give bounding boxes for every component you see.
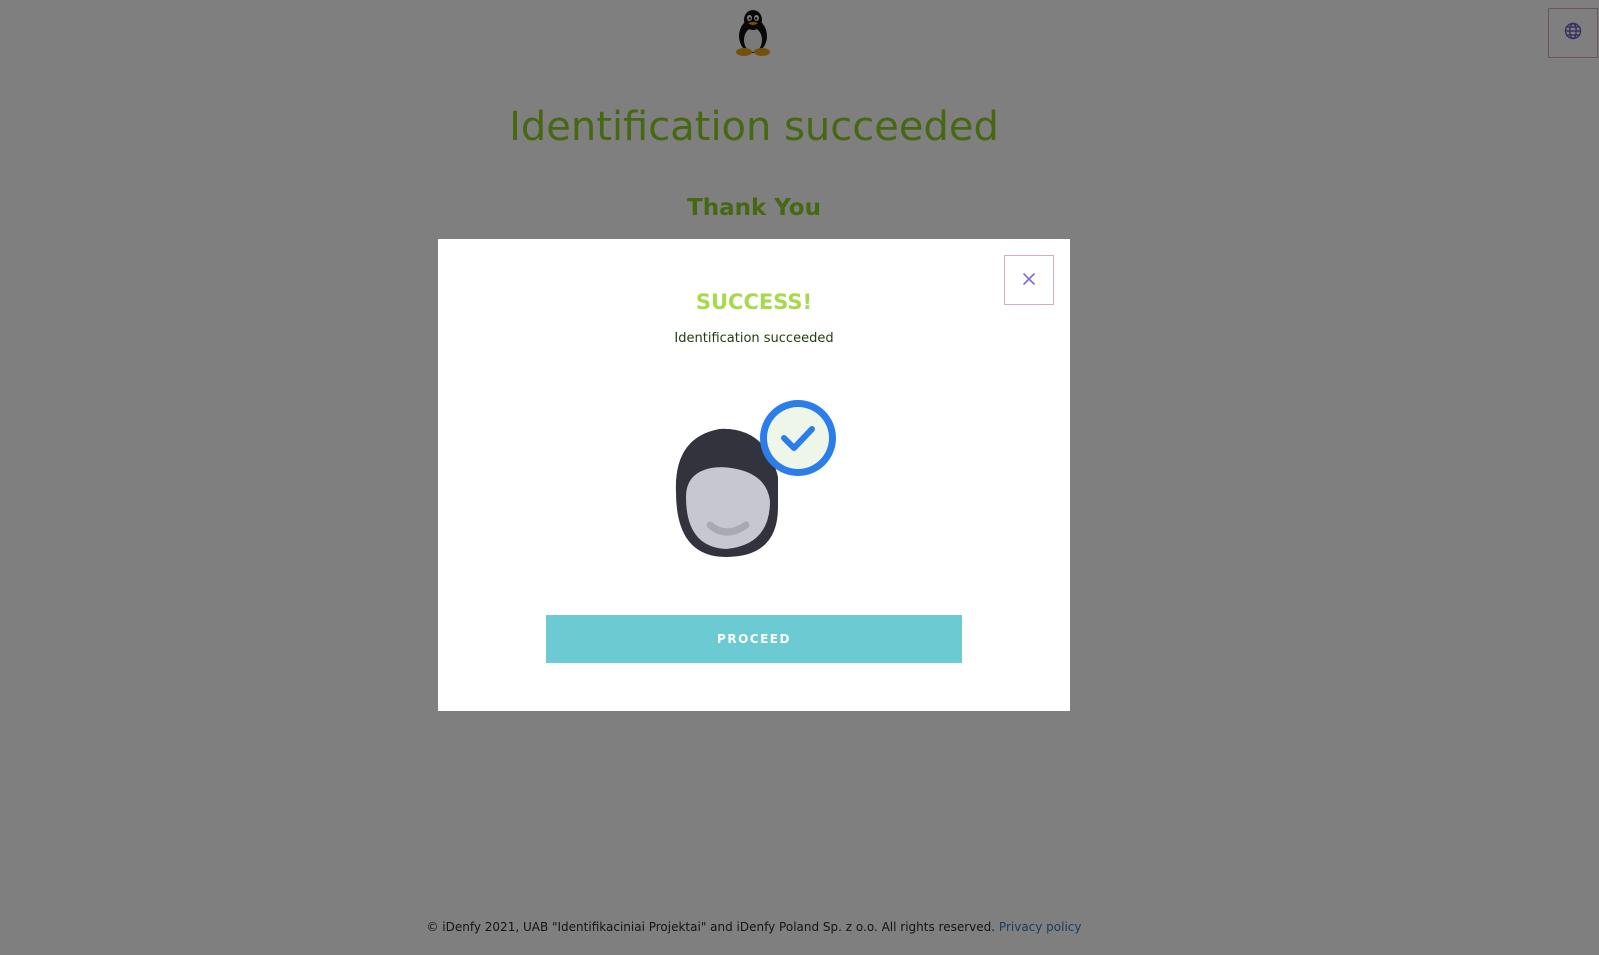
proceed-button[interactable]: PROCEED (546, 615, 962, 663)
success-modal: SUCCESS! Identification succeeded PROCEE… (438, 239, 1070, 711)
modal-title: SUCCESS! (695, 290, 813, 314)
modal-message: Identification succeeded (674, 331, 834, 346)
face-verified-icon (670, 397, 840, 562)
close-icon (1022, 271, 1036, 290)
